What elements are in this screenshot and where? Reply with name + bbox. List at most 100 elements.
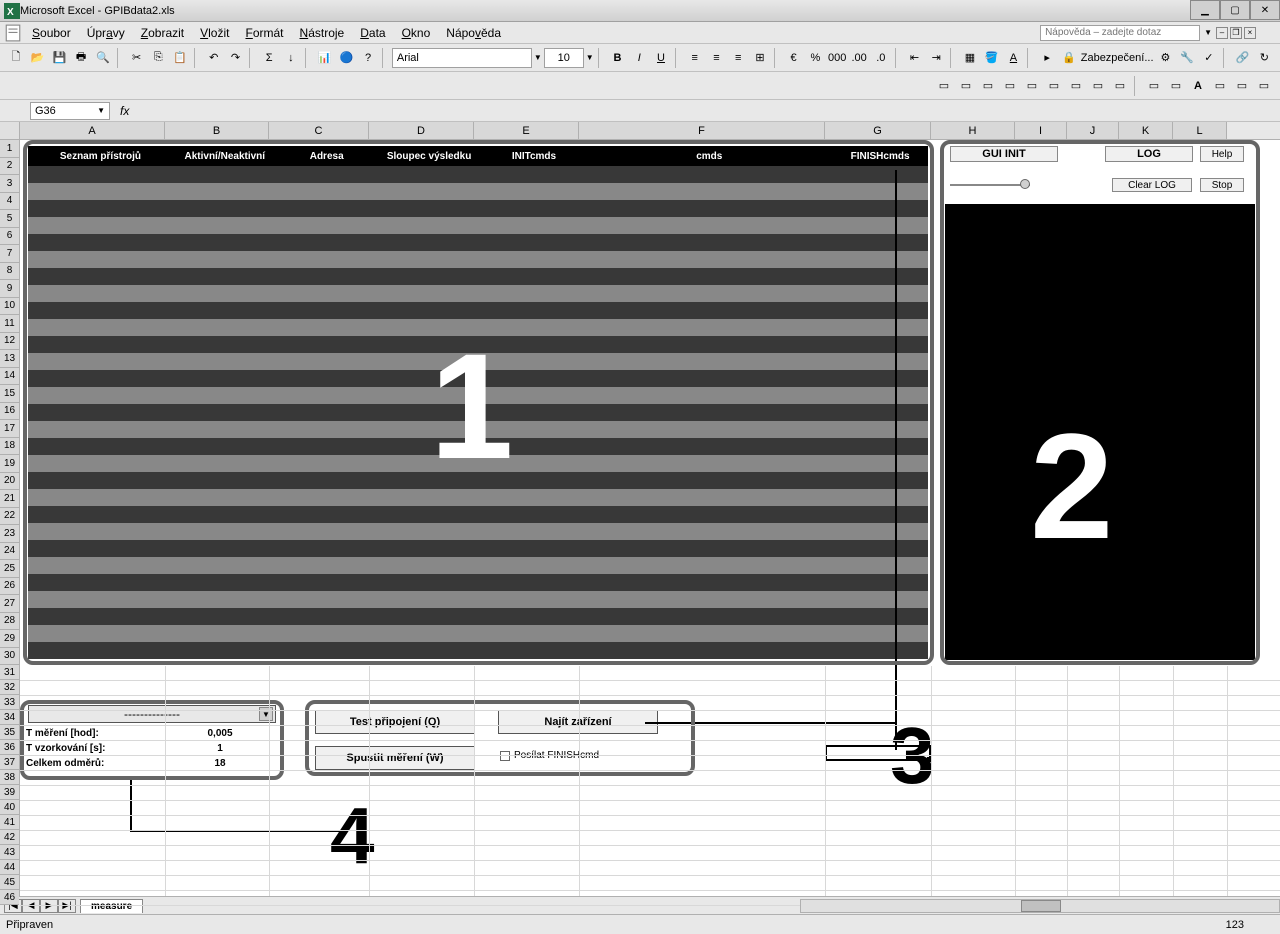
help-dropdown-icon[interactable]: ▼	[1204, 28, 1212, 37]
increase-decimal-icon[interactable]: .00	[849, 48, 869, 68]
row-31[interactable]: 31	[0, 665, 19, 680]
table-row[interactable]	[28, 200, 928, 217]
instrument-select-dropdown[interactable]: -------------- ▼	[28, 705, 276, 723]
row-37[interactable]: 37	[0, 755, 19, 770]
col-F[interactable]: F	[579, 122, 825, 139]
row-10[interactable]: 10	[0, 298, 19, 316]
row-8[interactable]: 8	[0, 263, 19, 281]
drawing-icon[interactable]: 🔵	[336, 48, 356, 68]
row-36[interactable]: 36	[0, 740, 19, 755]
table-row[interactable]	[28, 625, 928, 642]
col-D[interactable]: D	[369, 122, 474, 139]
col-H[interactable]: H	[931, 122, 1015, 139]
table-row[interactable]	[28, 251, 928, 268]
row-39[interactable]: 39	[0, 785, 19, 800]
row-16[interactable]: 16	[0, 403, 19, 421]
print-icon[interactable]: 🖶	[71, 48, 91, 68]
col-K[interactable]: K	[1119, 122, 1173, 139]
font-dropdown-icon[interactable]: ▼	[534, 53, 542, 62]
table-row[interactable]	[28, 574, 928, 591]
autosum-icon[interactable]: Σ	[259, 48, 279, 68]
find-device-button[interactable]: Najít zařízení	[498, 710, 658, 734]
table-row[interactable]	[28, 217, 928, 234]
col-A[interactable]: A	[20, 122, 165, 139]
refresh-icon[interactable]: ↻	[1254, 48, 1274, 68]
new-icon[interactable]: 🗋	[6, 48, 26, 68]
t2-icon15[interactable]: ▭	[1254, 76, 1274, 96]
t2-icon11[interactable]: ▭	[1166, 76, 1186, 96]
select-all-corner[interactable]	[0, 122, 20, 139]
row-27[interactable]: 27	[0, 595, 19, 613]
horizontal-scrollbar[interactable]	[800, 899, 1280, 913]
t2-icon13[interactable]: ▭	[1210, 76, 1230, 96]
t2-icon1[interactable]: ▭	[934, 76, 954, 96]
menu-okno[interactable]: Okno	[394, 24, 439, 42]
table-row[interactable]	[28, 166, 928, 183]
align-right-icon[interactable]: ≡	[728, 48, 748, 68]
test-connection-button[interactable]: Test připojení (Q)	[315, 710, 475, 734]
fontsize-select[interactable]	[544, 48, 584, 68]
decrease-decimal-icon[interactable]: .0	[871, 48, 891, 68]
row-23[interactable]: 23	[0, 525, 19, 543]
row-32[interactable]: 32	[0, 680, 19, 695]
table-row[interactable]	[28, 557, 928, 574]
row-3[interactable]: 3	[0, 175, 19, 193]
t2-icon5[interactable]: ▭	[1022, 76, 1042, 96]
name-box[interactable]: G36 ▼	[30, 102, 110, 120]
table-row[interactable]	[28, 421, 928, 438]
menu-nastroje[interactable]: Nástroje	[292, 24, 353, 42]
table-row[interactable]	[28, 642, 928, 659]
increase-indent-icon[interactable]: ⇥	[926, 48, 946, 68]
row-13[interactable]: 13	[0, 350, 19, 368]
gui-init-button[interactable]: GUI INIT	[950, 146, 1058, 162]
row-40[interactable]: 40	[0, 800, 19, 815]
redo-icon[interactable]: ↷	[226, 48, 246, 68]
tool1-icon[interactable]: ⚙	[1156, 48, 1176, 68]
row-35[interactable]: 35	[0, 725, 19, 740]
row-2[interactable]: 2	[0, 158, 19, 176]
row-4[interactable]: 4	[0, 193, 19, 211]
save-icon[interactable]: 💾	[50, 48, 70, 68]
paste-icon[interactable]: 📋	[170, 48, 190, 68]
workbook-minimize-button[interactable]: –	[1216, 27, 1228, 39]
row-17[interactable]: 17	[0, 420, 19, 438]
row-21[interactable]: 21	[0, 490, 19, 508]
workbook-restore-button[interactable]: ❐	[1230, 27, 1242, 39]
namebox-dropdown-icon[interactable]: ▼	[97, 106, 105, 115]
col-E[interactable]: E	[474, 122, 579, 139]
row-22[interactable]: 22	[0, 508, 19, 526]
menu-zobrazit[interactable]: Zobrazit	[133, 24, 192, 42]
t2-icon8[interactable]: ▭	[1088, 76, 1108, 96]
help-icon[interactable]: ?	[358, 48, 378, 68]
row-6[interactable]: 6	[0, 228, 19, 246]
align-center-icon[interactable]: ≡	[707, 48, 727, 68]
font-select[interactable]	[392, 48, 532, 68]
table-row[interactable]	[28, 523, 928, 540]
fx-label[interactable]: fx	[110, 104, 139, 118]
instrument-table-rows[interactable]	[28, 166, 928, 659]
t2-icon14[interactable]: ▭	[1232, 76, 1252, 96]
row-30[interactable]: 30	[0, 648, 19, 666]
preview-icon[interactable]: 🔍	[93, 48, 113, 68]
row-5[interactable]: 5	[0, 210, 19, 228]
table-row[interactable]	[28, 353, 928, 370]
tool2-icon[interactable]: 🔧	[1177, 48, 1197, 68]
slider-control[interactable]	[950, 182, 1030, 188]
row-14[interactable]: 14	[0, 368, 19, 386]
underline-icon[interactable]: U	[651, 48, 671, 68]
table-row[interactable]	[28, 455, 928, 472]
copy-icon[interactable]: ⎘	[148, 48, 168, 68]
menu-data[interactable]: Data	[352, 24, 393, 42]
minimize-button[interactable]: ▁	[1190, 0, 1220, 20]
open-icon[interactable]: 📂	[28, 48, 48, 68]
row-7[interactable]: 7	[0, 245, 19, 263]
t2-icon7[interactable]: ▭	[1066, 76, 1086, 96]
col-C[interactable]: C	[269, 122, 369, 139]
table-row[interactable]	[28, 472, 928, 489]
table-row[interactable]	[28, 336, 928, 353]
chart-icon[interactable]: 📊	[315, 48, 335, 68]
table-row[interactable]	[28, 234, 928, 251]
table-row[interactable]	[28, 302, 928, 319]
security-icon[interactable]: 🔒	[1059, 48, 1079, 68]
bold-icon[interactable]: B	[608, 48, 628, 68]
